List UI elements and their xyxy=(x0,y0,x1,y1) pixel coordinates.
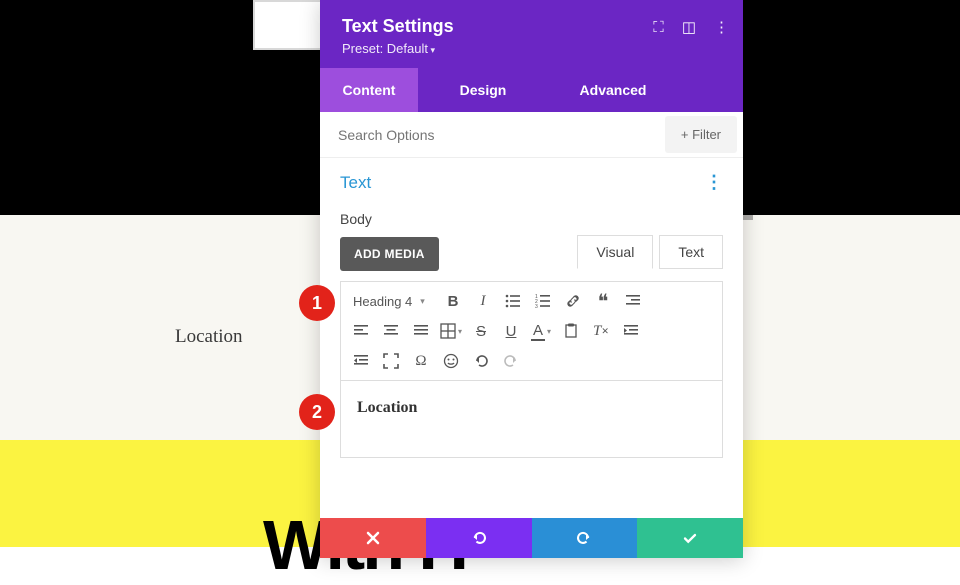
expand-icon[interactable]: ⛶ xyxy=(653,19,664,36)
search-row: Filter xyxy=(320,112,743,158)
fullscreen-icon[interactable] xyxy=(377,348,405,374)
background-location-label: Location xyxy=(175,326,243,348)
preset-selector[interactable]: Preset: Default xyxy=(342,41,721,56)
align-left-icon[interactable] xyxy=(347,318,375,344)
annotation-1: 1 xyxy=(299,285,335,321)
settings-tabs: Content Design Advanced xyxy=(320,68,743,112)
add-media-button[interactable]: ADD MEDIA xyxy=(340,237,439,271)
align-justify-icon[interactable] xyxy=(407,318,435,344)
editor-text[interactable]: Location xyxy=(357,399,706,417)
confirm-button[interactable] xyxy=(637,518,743,558)
align-center-icon[interactable] xyxy=(377,318,405,344)
body-section: Text ⋮ Body ADD MEDIA Visual Text Headin… xyxy=(320,158,743,458)
body-label: Body xyxy=(340,211,723,227)
more-menu-icon[interactable]: ⋮ xyxy=(714,18,729,36)
search-input[interactable] xyxy=(320,113,665,157)
strikethrough-icon[interactable]: S xyxy=(467,318,495,344)
panel-header: Text Settings Preset: Default ⛶ ◫ ⋮ xyxy=(320,0,743,68)
indent-icon[interactable] xyxy=(617,318,645,344)
align-right-icon[interactable] xyxy=(619,288,647,314)
panel-shadow xyxy=(743,0,753,220)
blockquote-icon[interactable]: ❝ xyxy=(589,288,617,314)
link-icon[interactable] xyxy=(559,288,587,314)
editor-tab-text[interactable]: Text xyxy=(659,235,723,269)
editor-content-area[interactable]: Location xyxy=(340,380,723,458)
italic-icon[interactable]: I xyxy=(469,288,497,314)
format-selector[interactable]: Heading 4 xyxy=(347,291,437,312)
footer-actions xyxy=(320,518,743,558)
editor-tab-visual[interactable]: Visual xyxy=(577,235,653,269)
section-menu-icon[interactable]: ⋮ xyxy=(705,172,723,193)
undo-icon[interactable] xyxy=(467,348,495,374)
tab-design[interactable]: Design xyxy=(418,68,548,112)
editor-toolbar: Heading 4 B I 123 ❝ S U A T✕ xyxy=(340,281,723,380)
redo-icon[interactable] xyxy=(497,348,525,374)
bold-icon[interactable]: B xyxy=(439,288,467,314)
tab-advanced[interactable]: Advanced xyxy=(548,68,678,112)
section-title[interactable]: Text xyxy=(340,173,371,193)
underline-icon[interactable]: U xyxy=(497,318,525,344)
text-color-icon[interactable]: A xyxy=(527,318,555,344)
outdent-icon[interactable] xyxy=(347,348,375,374)
clear-formatting-icon[interactable]: T✕ xyxy=(587,318,615,344)
tab-content[interactable]: Content xyxy=(320,68,418,112)
special-char-icon[interactable]: Ω xyxy=(407,348,435,374)
redo-button[interactable] xyxy=(532,518,638,558)
cancel-button[interactable] xyxy=(320,518,426,558)
emoji-icon[interactable] xyxy=(437,348,465,374)
svg-text:3: 3 xyxy=(535,304,538,309)
annotation-2: 2 xyxy=(299,394,335,430)
bullet-list-icon[interactable] xyxy=(499,288,527,314)
filter-button[interactable]: Filter xyxy=(665,116,737,153)
settings-panel: Text Settings Preset: Default ⛶ ◫ ⋮ Cont… xyxy=(320,0,743,558)
table-icon[interactable] xyxy=(437,318,465,344)
undo-button[interactable] xyxy=(426,518,532,558)
snap-icon[interactable]: ◫ xyxy=(682,18,696,36)
paste-text-icon[interactable] xyxy=(557,318,585,344)
numbered-list-icon[interactable]: 123 xyxy=(529,288,557,314)
